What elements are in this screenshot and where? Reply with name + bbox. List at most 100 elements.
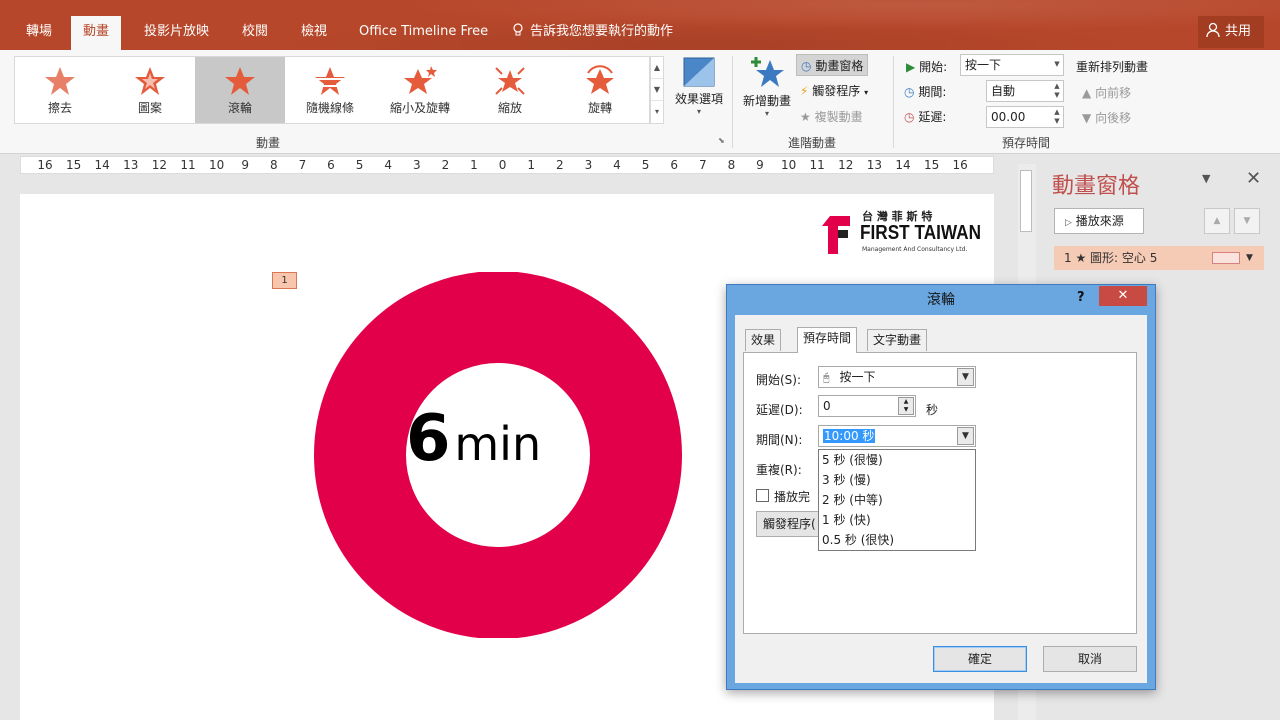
- tab-office-timeline[interactable]: Office Timeline Free: [347, 18, 500, 50]
- animation-list-item[interactable]: 1 ★ 圖形: 空心 5 ▼: [1054, 246, 1264, 270]
- pane-close-icon[interactable]: ✕: [1246, 168, 1261, 189]
- scroll-thumb[interactable]: [1020, 170, 1032, 232]
- duration-label: 期間(N):: [756, 433, 803, 447]
- gallery-label: 圖案: [137, 101, 162, 115]
- rewind-label: 播放完: [774, 490, 811, 504]
- spin-arrows-icon[interactable]: ▲ ▼: [898, 397, 914, 415]
- gallery-down-icon[interactable]: ▼: [651, 79, 663, 101]
- play-from-button[interactable]: ▷ 播放來源: [1054, 208, 1144, 234]
- duration-value: 自動: [991, 84, 1016, 98]
- delay-value: 00.00: [991, 110, 1026, 124]
- duration-option[interactable]: 3 秒 (慢): [819, 470, 975, 490]
- group-label-animation: 動畫: [256, 136, 281, 150]
- ruler-number: 6: [670, 158, 679, 172]
- tab-animations[interactable]: 動畫: [71, 16, 122, 50]
- tab-slideshow[interactable]: 投影片放映: [132, 18, 221, 50]
- help-button[interactable]: ?: [1077, 290, 1085, 305]
- ruler-number: 13: [866, 158, 883, 172]
- chevron-down-icon: ▼: [1054, 60, 1060, 68]
- trigger-button[interactable]: ⚡ 觸發程序 ▾: [800, 82, 868, 99]
- clock-icon: ◷: [904, 85, 915, 99]
- ruler-number: 2: [555, 158, 564, 172]
- cancel-button[interactable]: 取消: [1043, 646, 1137, 672]
- chevron-down-icon[interactable]: ▼: [1246, 246, 1253, 270]
- delay-label: 延遲(D):: [756, 403, 803, 417]
- pane-options-icon[interactable]: ▼: [1202, 172, 1210, 185]
- chevron-down-icon[interactable]: ▼: [957, 427, 974, 445]
- play-icon: ▶: [906, 60, 916, 74]
- duration-options-list: 5 秒 (很慢) 3 秒 (慢) 2 秒 (中等) 1 秒 (快) 0.5 秒 (很快): [818, 449, 976, 551]
- ruler-number: 3: [412, 158, 421, 172]
- animation-tag[interactable]: 1: [272, 272, 297, 289]
- ribbon: 擦去 圖案 滾輪 隨機線條 縮小及旋轉 縮放 旋轉 ▲ ▼ ▾ 效果選項 ▾ 動…: [0, 50, 1280, 154]
- animation-gallery: 擦去 圖案 滾輪 隨機線條 縮小及旋轉 縮放 旋轉: [14, 56, 650, 124]
- ruler-number: 1: [470, 158, 478, 172]
- delay-input-value: 0: [823, 399, 831, 413]
- company-logo: 台 灣 菲 斯 特 FIRST TAIWAN Management And Co…: [820, 206, 982, 262]
- tab-view[interactable]: 檢視: [289, 18, 339, 50]
- duration-option[interactable]: 0.5 秒 (很快): [819, 530, 975, 550]
- move-down-button[interactable]: ▼: [1234, 208, 1260, 234]
- trigger-label: 觸發程序: [812, 84, 861, 98]
- start-value: 按一下: [965, 58, 1002, 72]
- tab-timing[interactable]: 預存時間: [797, 327, 858, 353]
- tab-effect[interactable]: 效果: [745, 329, 782, 351]
- zoom-star-icon: [495, 67, 525, 95]
- ruler-number: 6: [327, 158, 335, 172]
- move-up-button[interactable]: ▲: [1204, 208, 1230, 234]
- ruler-number: 11: [809, 158, 825, 172]
- tab-transitions[interactable]: 轉場: [14, 18, 64, 50]
- divider: [732, 56, 733, 148]
- gallery-item-wheel[interactable]: 滾輪: [195, 57, 285, 123]
- gallery-item-grow-turn[interactable]: 縮小及旋轉: [375, 57, 465, 123]
- animation-pane-button[interactable]: ◷ 動畫窗格: [796, 54, 869, 76]
- ruler-number: 16: [37, 158, 53, 172]
- chevron-down-icon[interactable]: ▼: [957, 368, 974, 386]
- share-button[interactable]: 共用: [1198, 16, 1264, 48]
- tab-text-animation[interactable]: 文字動畫: [867, 329, 928, 351]
- gallery-label: 滾輪: [227, 101, 252, 115]
- start-dropdown[interactable]: 按一下 ▼: [960, 54, 1064, 76]
- duration-option[interactable]: 2 秒 (中等): [819, 490, 975, 510]
- gallery-up-icon[interactable]: ▲: [651, 57, 663, 79]
- tell-me-box[interactable]: 告訴我您想要執行的動作: [512, 18, 673, 46]
- move-earlier-button[interactable]: ▲ 向前移: [1082, 84, 1131, 101]
- gallery-item-shape[interactable]: 圖案: [105, 57, 195, 123]
- spin-arrows-icon[interactable]: ▲ ▼: [1052, 108, 1062, 126]
- gallery-item-spin[interactable]: 旋轉: [555, 57, 645, 123]
- close-button[interactable]: ✕: [1099, 286, 1147, 306]
- shape-star-icon: [135, 67, 165, 95]
- spin-arrows-icon[interactable]: ▲ ▼: [1052, 82, 1062, 100]
- duration-spinner[interactable]: 自動 ▲ ▼: [986, 80, 1064, 102]
- ruler-number: 15: [65, 158, 82, 172]
- rewind-checkbox[interactable]: [756, 489, 769, 502]
- add-animation-button[interactable]: 新增動畫 ▾: [738, 56, 796, 118]
- logo-sub: Management And Consultancy Ltd.: [862, 246, 968, 253]
- gallery-more-icon[interactable]: ▾: [651, 101, 663, 123]
- ruler-number: 16: [952, 158, 968, 172]
- ruler-number: 9: [756, 158, 764, 172]
- dialog-launcher-icon[interactable]: ⬊: [718, 136, 725, 145]
- gallery-item-zoom[interactable]: 縮放: [465, 57, 555, 123]
- duration-select[interactable]: 10:00 秒 ▼: [818, 425, 976, 447]
- duration-option[interactable]: 5 秒 (很慢): [819, 450, 975, 470]
- animation-tag-number: 1: [281, 275, 288, 286]
- timing-panel: 開始(S): 🖰 按一下 ▼ 延遲(D): 0 ▲ ▼ 秒 期間(N): 10:0…: [743, 352, 1137, 634]
- gallery-item-wipe[interactable]: 擦去: [15, 57, 105, 123]
- ruler-number: 13: [123, 158, 139, 172]
- gallery-item-random-bars[interactable]: 隨機線條: [285, 57, 375, 123]
- delay-spinner[interactable]: 00.00 ▲ ▼: [986, 106, 1064, 128]
- gallery-scroll[interactable]: ▲ ▼ ▾: [650, 56, 664, 124]
- logo-main: FIRST TAIWAN: [860, 222, 982, 244]
- effect-options-button[interactable]: 效果選項 ▾: [670, 56, 728, 116]
- ruler-number: 7: [698, 158, 707, 172]
- painter-star-icon: ★: [800, 110, 811, 124]
- gallery-label: 擦去: [47, 101, 72, 115]
- start-select[interactable]: 🖰 按一下 ▼: [818, 366, 976, 388]
- animation-painter-button[interactable]: ★ 複製動畫: [800, 108, 863, 125]
- ok-button[interactable]: 確定: [933, 646, 1027, 672]
- duration-option[interactable]: 1 秒 (快): [819, 510, 975, 530]
- tab-review[interactable]: 校閱: [230, 18, 280, 50]
- move-later-button[interactable]: ▼ 向後移: [1082, 109, 1131, 126]
- delay-input[interactable]: 0 ▲ ▼: [818, 395, 916, 417]
